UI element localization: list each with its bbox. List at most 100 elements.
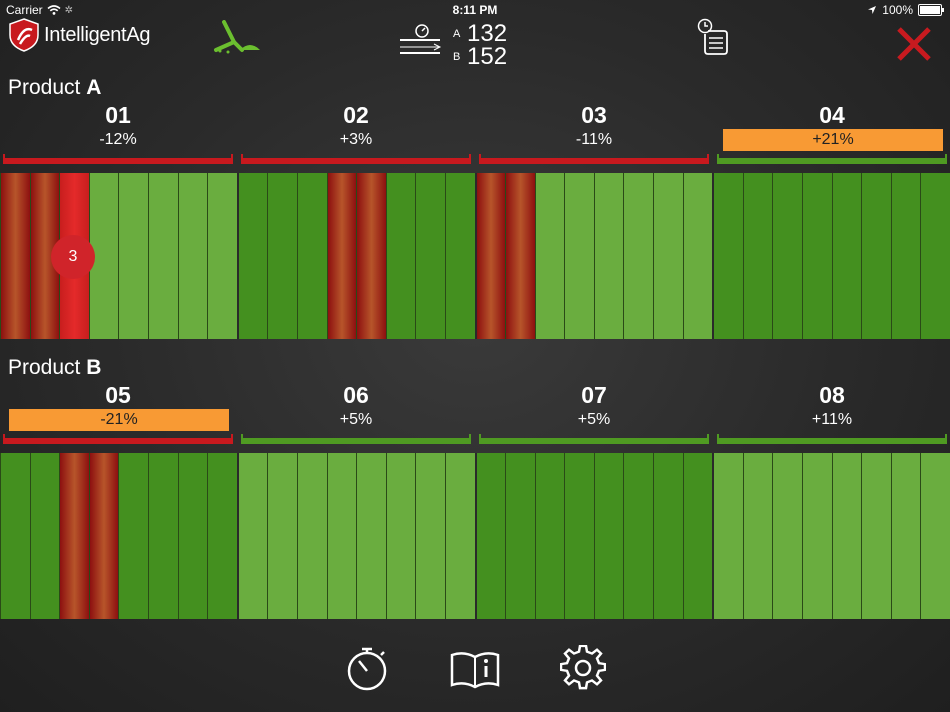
row-lane[interactable] [356, 173, 386, 339]
section-number: 05 [105, 382, 131, 408]
row-lane[interactable] [564, 173, 594, 339]
row-lane[interactable] [267, 453, 297, 619]
row-lane[interactable] [177, 453, 208, 619]
row-lane[interactable] [296, 453, 327, 619]
row-lane[interactable] [236, 453, 268, 619]
row-lane[interactable] [59, 453, 89, 619]
section-07-header[interactable]: 07 +5% [479, 382, 709, 431]
speed-b-label: B [453, 50, 461, 63]
row-lane[interactable] [207, 173, 237, 339]
row-lane[interactable] [444, 173, 475, 339]
product-b-letter: B [86, 356, 102, 379]
row-lane[interactable] [147, 453, 178, 619]
row-lane[interactable] [0, 173, 30, 339]
row-lane[interactable] [326, 453, 357, 619]
row-lane[interactable] [534, 173, 565, 339]
section-percent: -11% [575, 131, 613, 148]
row-lane[interactable] [861, 453, 891, 619]
section-08-header[interactable]: 08 +11% [717, 382, 947, 431]
section-01-header[interactable]: 01 -12% [3, 102, 233, 151]
section-04-bracket [717, 154, 947, 164]
section-06-header[interactable]: 06 +5% [241, 382, 471, 431]
row-lane[interactable] [326, 173, 357, 339]
section-02-header[interactable]: 02 +3% [241, 102, 471, 151]
row-lane[interactable] [267, 173, 297, 339]
planter-icon[interactable] [212, 20, 262, 56]
row-lane[interactable] [831, 453, 862, 619]
row-lane[interactable] [385, 453, 416, 619]
row-lane[interactable] [682, 173, 713, 339]
row-lane[interactable] [474, 453, 506, 619]
row-lane[interactable] [623, 453, 654, 619]
row-lane[interactable] [385, 173, 416, 339]
row-lane[interactable] [534, 453, 565, 619]
row-lane[interactable] [772, 173, 803, 339]
row-lane[interactable] [415, 453, 445, 619]
product-a-letter: A [86, 76, 102, 99]
row-lane[interactable] [88, 453, 119, 619]
row-lane[interactable] [712, 173, 743, 339]
row-lane[interactable] [415, 173, 445, 339]
row-lane[interactable] [712, 453, 743, 619]
section-07-bracket [479, 434, 709, 444]
brand-name: IntelligentAg [44, 23, 151, 46]
row-lane[interactable] [296, 173, 327, 339]
row-lane[interactable] [742, 453, 773, 619]
section-08-bracket [717, 434, 947, 444]
section-percent: -21% [9, 409, 229, 431]
product-a-title: Product A [8, 76, 101, 100]
shield-logo-icon [9, 18, 39, 52]
report-icon[interactable] [696, 18, 730, 56]
row-lane[interactable] [653, 453, 683, 619]
row-lane[interactable] [444, 453, 475, 619]
row-lane[interactable] [593, 453, 624, 619]
section-05-bracket [3, 434, 233, 444]
alert-count-badge[interactable]: 3 [51, 235, 95, 279]
row-lane[interactable] [505, 173, 535, 339]
row-lane[interactable] [802, 453, 832, 619]
section-05-header[interactable]: 05 -21% [3, 382, 233, 431]
row-lane[interactable] [920, 453, 950, 619]
book-info-icon[interactable] [450, 649, 500, 689]
row-lane[interactable] [861, 173, 891, 339]
row-lane[interactable] [682, 453, 713, 619]
product-b-prefix: Product [8, 356, 81, 379]
row-lane[interactable] [118, 173, 148, 339]
row-lane[interactable] [772, 453, 803, 619]
product-b-title: Product B [8, 356, 101, 380]
stopwatch-icon[interactable] [345, 645, 389, 693]
row-lane[interactable] [356, 453, 386, 619]
row-lane[interactable] [118, 453, 148, 619]
row-lane[interactable] [0, 453, 30, 619]
section-number: 08 [819, 382, 845, 408]
status-bar: Carrier ✲ 8:11 PM 100% [0, 0, 950, 20]
section-number: 01 [105, 102, 131, 128]
row-lane[interactable] [653, 173, 683, 339]
section-04-header[interactable]: 04 +21% [717, 102, 947, 151]
row-lane[interactable] [920, 173, 950, 339]
section-percent: +5% [577, 411, 611, 428]
row-lane[interactable] [742, 173, 773, 339]
row-lane[interactable] [29, 453, 60, 619]
section-06-bracket [241, 434, 471, 444]
section-03-bracket [479, 154, 709, 164]
gear-icon[interactable] [560, 645, 606, 691]
row-lane[interactable] [147, 173, 178, 339]
row-lane[interactable] [593, 173, 624, 339]
row-lane[interactable] [890, 453, 921, 619]
row-lane[interactable] [802, 173, 832, 339]
row-lane[interactable] [505, 453, 535, 619]
section-number: 06 [343, 382, 369, 408]
row-lane[interactable] [236, 173, 268, 339]
status-time: 8:11 PM [452, 3, 498, 17]
row-lane[interactable] [890, 173, 921, 339]
close-icon[interactable] [896, 26, 932, 62]
row-lane[interactable] [623, 173, 654, 339]
section-03-header[interactable]: 03 -11% [479, 102, 709, 151]
row-lane[interactable] [831, 173, 862, 339]
row-lane[interactable] [207, 453, 237, 619]
row-lane[interactable] [177, 173, 208, 339]
product-a-row-lanes [0, 173, 950, 339]
row-lane[interactable] [474, 173, 506, 339]
row-lane[interactable] [564, 453, 594, 619]
